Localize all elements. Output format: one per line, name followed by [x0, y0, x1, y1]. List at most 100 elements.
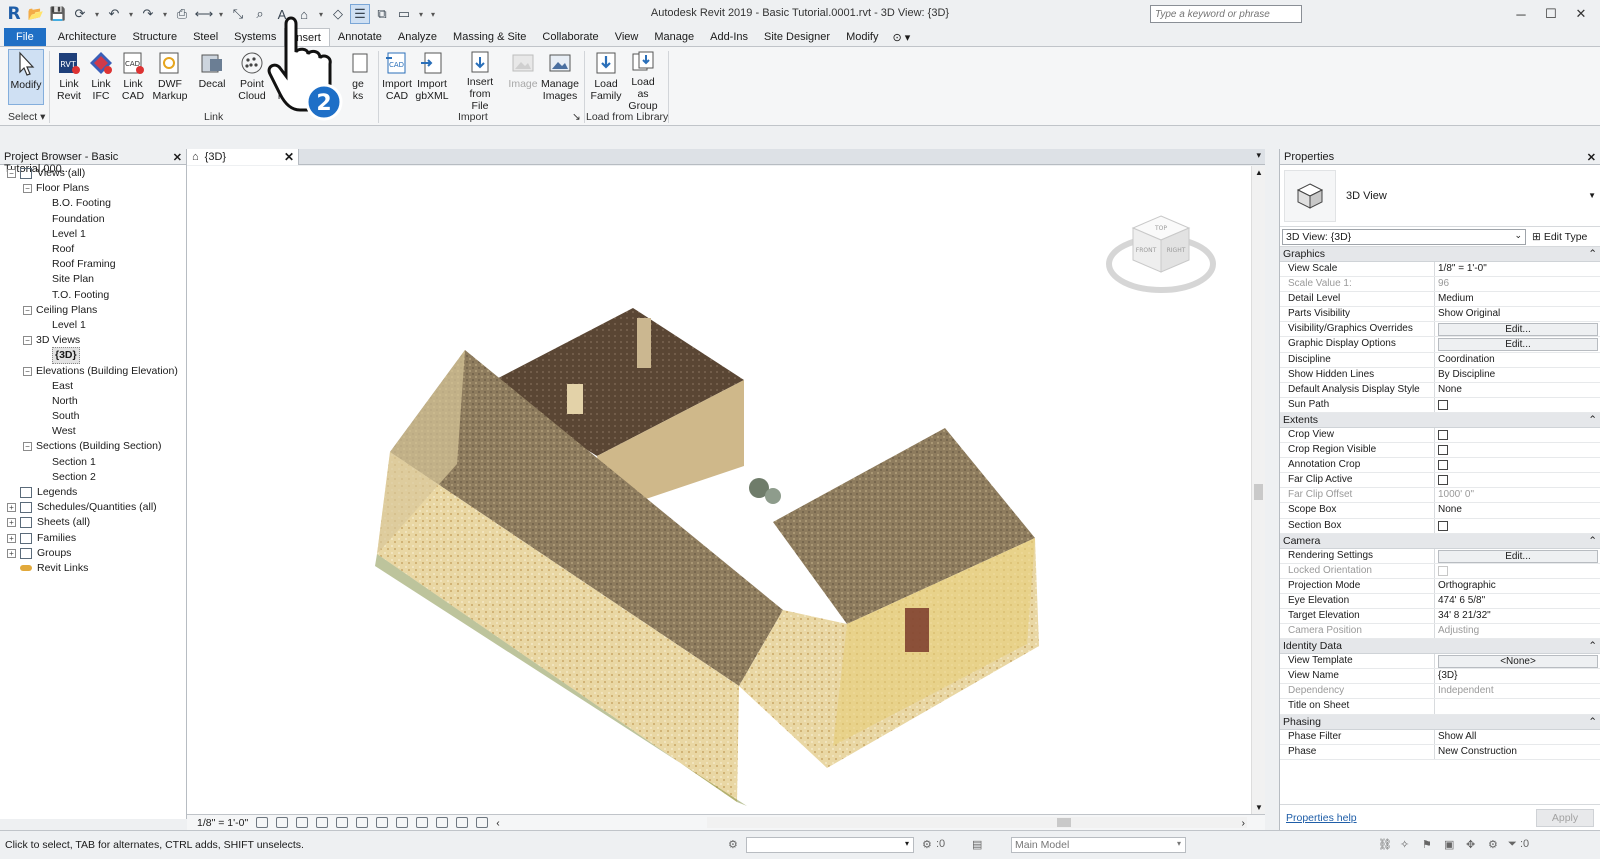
- prop-value[interactable]: Edit...: [1435, 337, 1600, 352]
- browser-node-families[interactable]: + Families: [0, 531, 186, 546]
- collapse-icon[interactable]: −: [23, 442, 32, 452]
- sync-dropdown-icon[interactable]: ▾: [92, 4, 102, 24]
- tab-steel[interactable]: Steel: [185, 28, 226, 46]
- prop-section-phasing[interactable]: Phasing ⌃: [1280, 714, 1600, 730]
- checkbox[interactable]: [1438, 460, 1448, 471]
- unlocked-view-icon[interactable]: [396, 817, 409, 828]
- prop-value[interactable]: <None>: [1435, 654, 1600, 669]
- collapse-icon[interactable]: ⌃: [1588, 248, 1597, 260]
- tab-massing-site[interactable]: Massing & Site: [445, 28, 534, 46]
- select-panel-label[interactable]: Select ▾: [8, 111, 45, 123]
- prop-value[interactable]: [1435, 398, 1600, 412]
- scroll-right-icon[interactable]: ›: [1242, 817, 1246, 829]
- visual-style-icon[interactable]: [276, 817, 289, 828]
- prop-value[interactable]: 34' 8 21/32": [1435, 609, 1600, 623]
- close-icon[interactable]: ✕: [1587, 151, 1596, 164]
- prop-value[interactable]: {3D}: [1435, 669, 1600, 683]
- tab-file[interactable]: File: [4, 28, 46, 46]
- analytical-model-icon[interactable]: [476, 817, 489, 828]
- collapse-icon[interactable]: ⌃: [1588, 716, 1597, 728]
- dimension-icon[interactable]: ⤡: [228, 4, 248, 24]
- link-revit-button[interactable]: RVT Link Revit: [51, 49, 87, 105]
- prop-value[interactable]: [1435, 443, 1600, 457]
- browser-node-sheets-all[interactable]: + Sheets (all): [0, 515, 186, 530]
- prop-value[interactable]: None: [1435, 503, 1600, 517]
- switch-windows-dropdown-icon[interactable]: ▾: [416, 4, 426, 24]
- browser-node-south[interactable]: South: [0, 409, 186, 424]
- coordination-model-button[interactable]: Coordin Model: [274, 49, 311, 105]
- browser-node-roof-framing[interactable]: Roof Framing: [0, 257, 186, 272]
- image-button[interactable]: Image: [505, 49, 541, 105]
- workset-selector[interactable]: ▾: [746, 837, 914, 853]
- worksets-icon[interactable]: ⚙: [728, 838, 738, 851]
- browser-node-west[interactable]: West: [0, 424, 186, 439]
- checkbox[interactable]: [1438, 399, 1448, 410]
- close-button[interactable]: ✕: [1566, 3, 1596, 25]
- shadows-icon[interactable]: [316, 817, 329, 828]
- view-tab-menu-icon[interactable]: ▾: [1256, 150, 1261, 161]
- design-option-selector[interactable]: Main Model ▾: [1011, 837, 1186, 853]
- browser-node-elevations-building-elevation[interactable]: − Elevations (Building Elevation): [0, 363, 186, 378]
- browser-node-roof[interactable]: Roof: [0, 242, 186, 257]
- view-scale-button[interactable]: 1/8" = 1'-0": [197, 817, 248, 829]
- scroll-thumb[interactable]: [1254, 484, 1263, 500]
- sync-icon[interactable]: ⟳: [70, 4, 90, 24]
- point-cloud-model[interactable]: [187, 166, 1265, 814]
- view-tab-3d[interactable]: ⌂ {3D} ✕: [187, 149, 299, 165]
- collapse-icon[interactable]: −: [23, 336, 32, 346]
- prop-value[interactable]: Show All: [1435, 730, 1600, 744]
- save-icon[interactable]: 💾: [48, 4, 68, 24]
- prop-edit-button[interactable]: Edit...: [1438, 323, 1598, 337]
- load-family-button[interactable]: Load Family: [588, 49, 624, 105]
- viewcube-right-label[interactable]: RIGHT: [1167, 247, 1186, 254]
- tab-architecture[interactable]: Architecture: [50, 28, 125, 46]
- temporary-properties-icon[interactable]: [456, 817, 469, 828]
- section-icon[interactable]: ◇: [328, 4, 348, 24]
- import-cad-button[interactable]: CAD Import CAD: [379, 49, 415, 105]
- instance-selector[interactable]: 3D View: {3D} ⌄: [1282, 228, 1526, 245]
- redo-dropdown-icon[interactable]: ▾: [160, 4, 170, 24]
- prop-value[interactable]: New Construction: [1435, 745, 1600, 759]
- tag-icon[interactable]: ⌕: [250, 4, 270, 24]
- select-by-face-icon[interactable]: ▣: [1444, 838, 1454, 851]
- vertical-scrollbar[interactable]: ▲ ▼: [1251, 166, 1265, 814]
- thin-lines-icon[interactable]: ☰: [350, 4, 370, 24]
- print-icon[interactable]: ⎙: [172, 4, 192, 24]
- prop-value[interactable]: Edit...: [1435, 549, 1600, 563]
- browser-node-level-1[interactable]: Level 1: [0, 227, 186, 242]
- tab-modify[interactable]: Modify: [838, 28, 886, 46]
- select-pinned-icon[interactable]: ⚑: [1422, 838, 1432, 851]
- text-icon[interactable]: A: [272, 4, 292, 24]
- maximize-button[interactable]: ☐: [1536, 3, 1566, 25]
- select-underlay-icon[interactable]: ✧: [1400, 838, 1409, 851]
- collapse-icon[interactable]: −: [23, 184, 32, 194]
- prop-value[interactable]: None: [1435, 383, 1600, 397]
- minimize-button[interactable]: ─: [1506, 3, 1536, 25]
- browser-node-schedules-quantities-all[interactable]: + Schedules/Quantities (all): [0, 500, 186, 515]
- browser-node-north[interactable]: North: [0, 394, 186, 409]
- browser-node-revit-links[interactable]: Revit Links: [0, 561, 186, 576]
- undo-dropdown-icon[interactable]: ▾: [126, 4, 136, 24]
- scroll-down-icon[interactable]: ▼: [1255, 803, 1263, 812]
- sun-path-icon[interactable]: [296, 817, 309, 828]
- browser-node-views-all[interactable]: − Views (all): [0, 166, 186, 181]
- prop-value[interactable]: Medium: [1435, 292, 1600, 306]
- link-cad-button[interactable]: CAD Link CAD: [115, 49, 151, 105]
- dwf-markup-button[interactable]: DWF Markup: [152, 49, 188, 105]
- import-panel-launcher-icon[interactable]: ↘: [572, 111, 581, 123]
- modify-button[interactable]: Modify: [8, 49, 44, 105]
- reveal-hidden-icon[interactable]: [436, 817, 449, 828]
- filter-icon[interactable]: ⏷: [1508, 838, 1517, 851]
- browser-node-floor-plans[interactable]: − Floor Plans: [0, 181, 186, 196]
- tab-analyze[interactable]: Analyze: [390, 28, 445, 46]
- collapse-icon[interactable]: −: [7, 169, 16, 179]
- editable-only-icon[interactable]: ⚙: [922, 838, 932, 851]
- prop-value[interactable]: 474' 6 5/8": [1435, 594, 1600, 608]
- 3d-view-dropdown-icon[interactable]: ▾: [316, 4, 326, 24]
- background-processes-icon[interactable]: ⚙: [1488, 838, 1498, 851]
- prop-edit-button[interactable]: <None>: [1438, 655, 1598, 669]
- drag-elements-icon[interactable]: ✥: [1466, 838, 1475, 851]
- tab-view[interactable]: View: [607, 28, 647, 46]
- edit-type-button[interactable]: ⊞ Edit Type: [1532, 231, 1587, 243]
- import-gbxml-button[interactable]: Import gbXML: [414, 49, 450, 105]
